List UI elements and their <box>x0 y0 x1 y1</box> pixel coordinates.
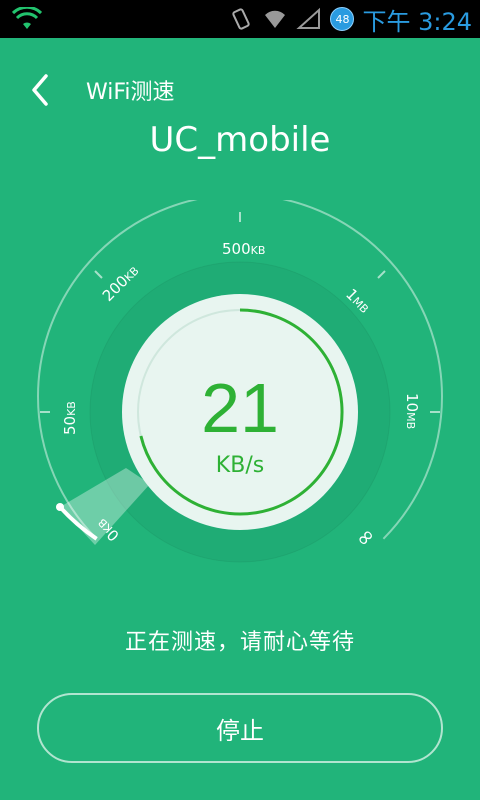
tick-label-10m: 10MB <box>403 393 421 429</box>
stop-button[interactable]: 停止 <box>37 693 443 763</box>
battery-icon: 48 <box>330 7 355 31</box>
tick-label-200k: 200KB <box>99 262 142 305</box>
wifi-icon <box>12 7 42 29</box>
speed-unit: KB/s <box>215 453 265 478</box>
back-button[interactable] <box>24 70 60 110</box>
vibrate-icon <box>232 8 251 30</box>
gauge-tick <box>377 270 386 279</box>
tick-label-infinity: ∞ <box>350 522 381 553</box>
page-title: WiFi测速 <box>86 80 175 105</box>
status-message: 正在测速，请耐心等待 <box>124 630 355 655</box>
cell-signal-icon <box>296 7 321 29</box>
network-ssid: UC_mobile <box>149 120 331 160</box>
status-bar: 48 下午 3:24 <box>0 0 480 38</box>
tick-label-50k: 50KB <box>61 401 79 435</box>
status-icons: 48 下午 3:24 <box>228 0 472 38</box>
chevron-left-icon <box>32 74 48 106</box>
tick-label-500k: 500KB <box>222 240 265 258</box>
status-time: 下午 3:24 <box>362 7 472 36</box>
speed-value: 21 <box>201 369 279 447</box>
wifi-signal-icon <box>265 10 286 28</box>
gauge-tick <box>94 270 103 279</box>
